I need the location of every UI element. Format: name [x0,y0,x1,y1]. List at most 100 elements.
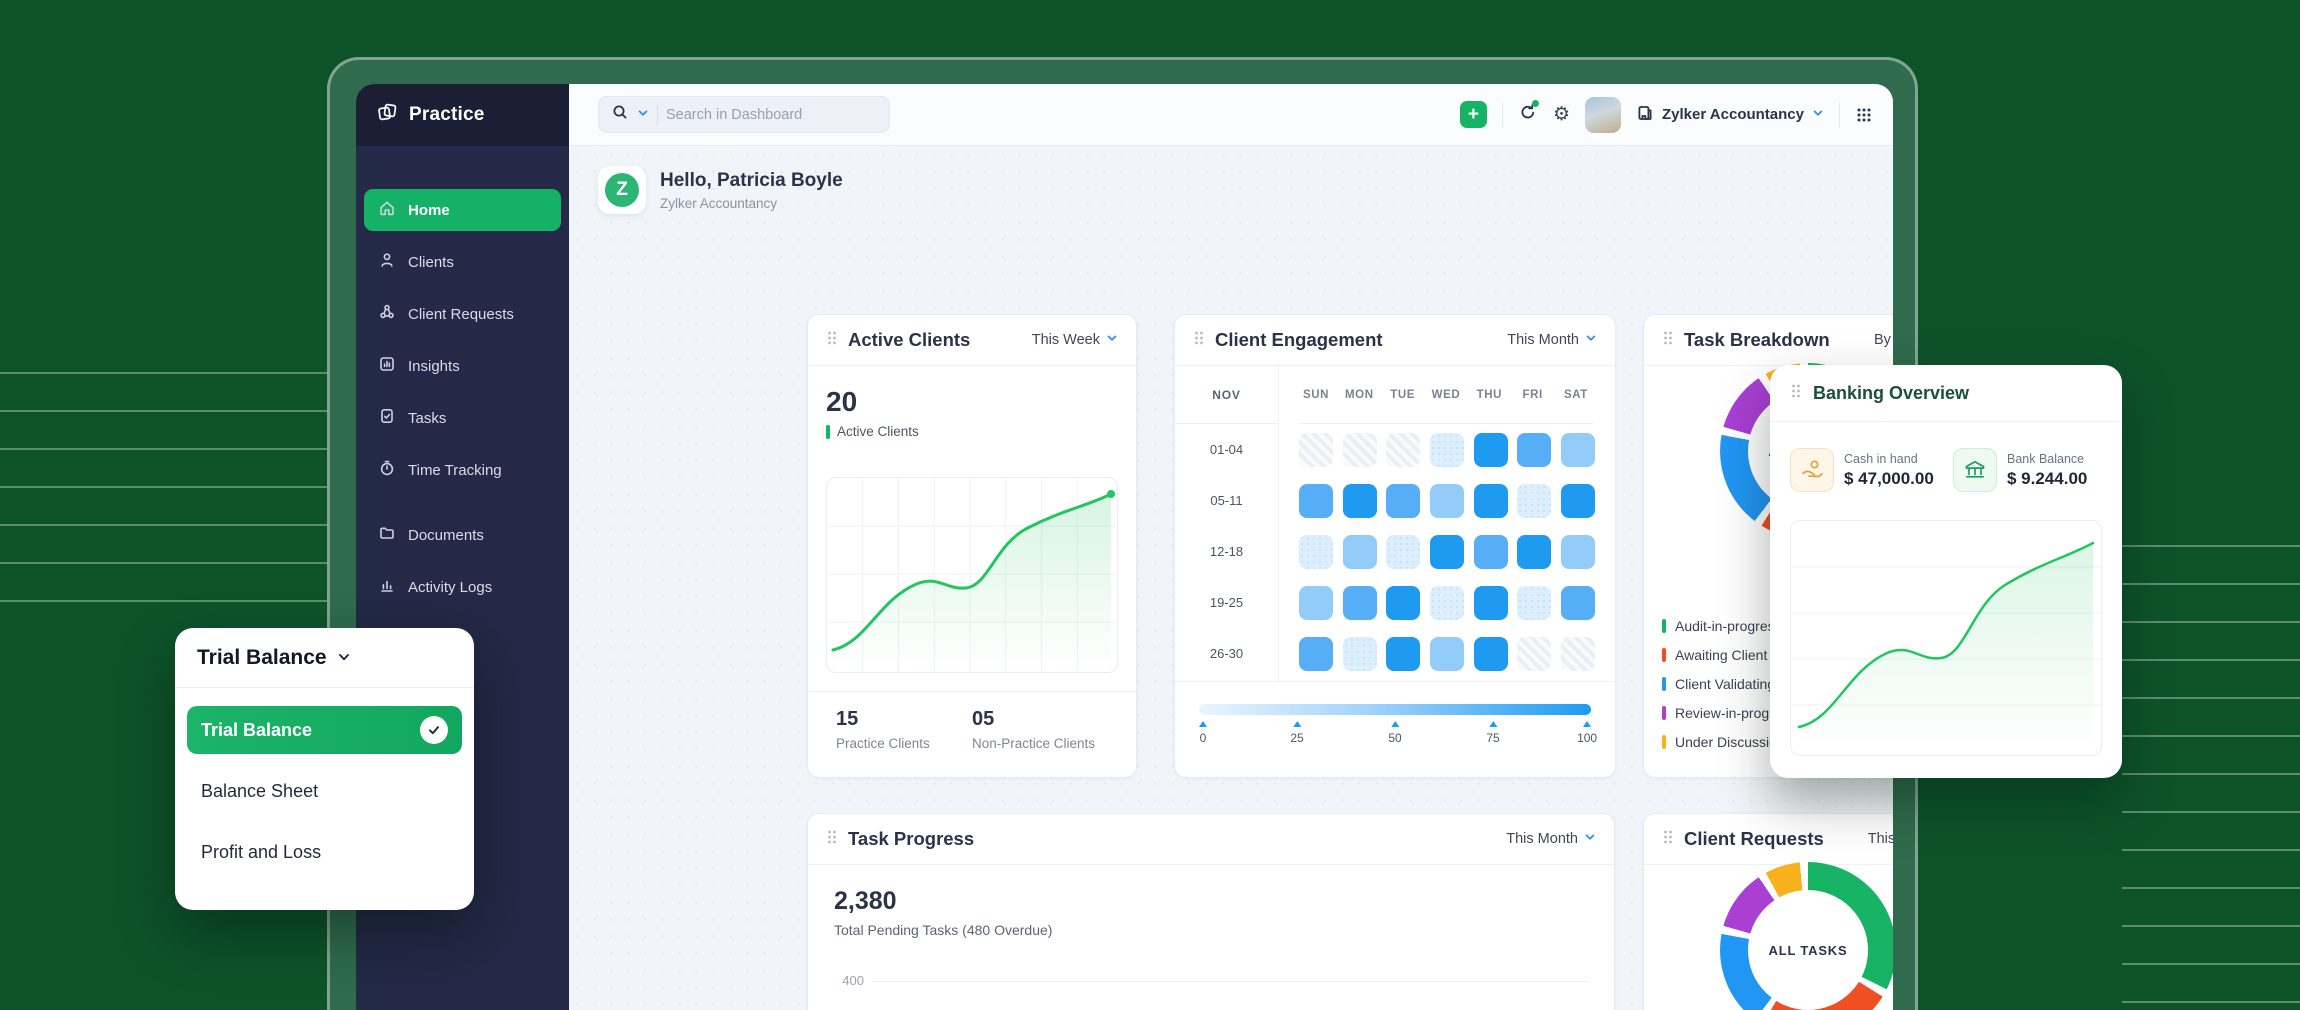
heatmap-gradient-bar [1199,704,1591,715]
client-engagement-filter-dropdown[interactable]: This Month [1507,332,1597,348]
banking-overview-card: Banking Overview Cash in hand $ 47,000.0… [1770,365,2122,778]
heatmap-cell[interactable] [1561,433,1595,467]
green-tick-bar [826,425,830,439]
notifications-icon[interactable] [1518,102,1538,127]
drag-handle-icon[interactable] [826,829,838,850]
sidebar-item-insights[interactable]: Insights [364,340,561,392]
org-icon [1636,104,1654,126]
dashboard-content: Z Hello, Patricia Boyle Zylker Accountan… [569,146,1893,1010]
client-requests-card: Client Requests This Week ALL TASKS [1643,813,1893,1010]
heatmap-cell[interactable] [1517,484,1551,518]
heatmap-cell[interactable] [1299,484,1333,518]
sidebar-item-activity-logs[interactable]: Activity Logs [364,561,561,613]
sidebar-item-label: Client Requests [408,306,514,323]
activity-logs-icon [378,576,396,598]
sidebar-item-label: Tasks [408,410,446,427]
active-clients-filter-dropdown[interactable]: This Week [1032,332,1118,348]
apps-grid-icon[interactable] [1855,106,1873,124]
dropdown-header[interactable]: Trial Balance [175,628,474,688]
app-logo-header: Practice [356,84,569,146]
heatmap-cell[interactable] [1343,433,1377,467]
heatmap-cell[interactable] [1561,586,1595,620]
task-breakdown-header: Task Breakdown By Status [1644,315,1893,366]
non-practice-clients-label: Non-Practice Clients [972,736,1095,751]
heatmap-row-label: 01-04 [1210,424,1243,475]
org-name: Zylker Accountancy [1662,106,1804,123]
heatmap-cell[interactable] [1430,433,1464,467]
heatmap-cell[interactable] [1299,433,1333,467]
drag-handle-icon[interactable] [1790,383,1802,404]
heatmap-cell[interactable] [1517,535,1551,569]
search-scope-chevron-icon[interactable] [637,106,649,124]
task-progress-filter-dropdown[interactable]: This Month [1506,831,1596,847]
search-input[interactable] [666,107,856,123]
dropdown-option-trial-balance[interactable]: Trial Balance [187,706,462,754]
drag-handle-icon[interactable] [1662,330,1674,351]
org-chevron-icon [1812,106,1824,123]
page-background: Practice Home Clients Client Requests Insig… [0,0,2300,1010]
dropdown-option-profit-and-loss[interactable]: Profit and Loss [187,828,462,876]
heatmap-cell[interactable] [1386,433,1420,467]
sidebar-item-tasks[interactable]: Tasks [364,392,561,444]
heatmap-cell[interactable] [1474,637,1508,671]
client-requests-filter-dropdown[interactable]: This Week [1868,831,1893,847]
dropdown-chevron-icon [337,646,351,670]
heatmap-cell[interactable] [1386,586,1420,620]
heatmap-cell[interactable] [1343,535,1377,569]
settings-gear-icon[interactable]: ⚙ [1553,103,1570,126]
heatmap-day-header: FRI [1516,389,1550,401]
trial-balance-dropdown-card: Trial Balance Trial Balance Balance Sheet… [175,628,474,910]
drag-handle-icon[interactable] [1193,330,1205,351]
dropdown-option-balance-sheet[interactable]: Balance Sheet [187,767,462,815]
insights-icon [378,355,396,377]
heatmap-cell[interactable] [1343,484,1377,518]
active-clients-line-chart [826,477,1118,673]
heatmap-cell[interactable] [1299,637,1333,671]
heatmap-cell[interactable] [1386,637,1420,671]
heatmap-row-label: 26-30 [1210,628,1243,679]
quick-add-button[interactable]: + [1460,101,1487,128]
heatmap-cell[interactable] [1561,535,1595,569]
heatmap-cell[interactable] [1474,433,1508,467]
legend-label: Audit-in-progress [1675,618,1782,634]
client-requests-header: Client Requests This Week [1644,814,1893,865]
heatmap-cell[interactable] [1299,586,1333,620]
sidebar-item-time-tracking[interactable]: Time Tracking [364,444,561,496]
donut-center-label: ALL TASKS [1748,890,1868,1010]
sidebar-item-client-requests[interactable]: Client Requests [364,288,561,340]
task-breakdown-filter-dropdown[interactable]: By Status [1874,332,1893,348]
heatmap-cell[interactable] [1343,637,1377,671]
heatmap-cell[interactable] [1430,484,1464,518]
heatmap-cell[interactable] [1561,637,1595,671]
user-avatar[interactable] [1585,97,1621,133]
heatmap-cell[interactable] [1474,535,1508,569]
heatmap-cell[interactable] [1474,484,1508,518]
gridline [872,981,1588,982]
heatmap-cell[interactable] [1430,586,1464,620]
heatmap-cell[interactable] [1343,586,1377,620]
heatmap-cell[interactable] [1517,433,1551,467]
task-progress-card: Task Progress This Month 2,380 Total Pen… [807,813,1615,1010]
heatmap-cell[interactable] [1474,586,1508,620]
sidebar-item-clients[interactable]: Clients [364,236,561,288]
heatmap-cell[interactable] [1386,484,1420,518]
search-bar[interactable] [598,96,890,133]
heatmap-cell[interactable] [1386,535,1420,569]
documents-icon [378,524,396,546]
app-window: Practice Home Clients Client Requests Insig… [356,84,1893,1010]
sidebar-item-home[interactable]: Home [364,189,561,231]
card-title: Active Clients [848,329,970,351]
heatmap-cell[interactable] [1517,637,1551,671]
drag-handle-icon[interactable] [1662,829,1674,850]
org-switcher[interactable]: Zylker Accountancy [1636,104,1824,126]
heatmap-cell[interactable] [1299,535,1333,569]
client-engagement-card: Client Engagement This Month NOV 01-0405… [1174,314,1616,778]
heatmap-cell[interactable] [1517,586,1551,620]
sidebar-item-documents[interactable]: Documents [364,509,561,561]
heatmap-scale-tick: 100 [1577,721,1597,745]
background-ruled-lines-left [0,372,327,624]
drag-handle-icon[interactable] [826,330,838,351]
heatmap-cell[interactable] [1561,484,1595,518]
heatmap-cell[interactable] [1430,637,1464,671]
heatmap-cell[interactable] [1430,535,1464,569]
